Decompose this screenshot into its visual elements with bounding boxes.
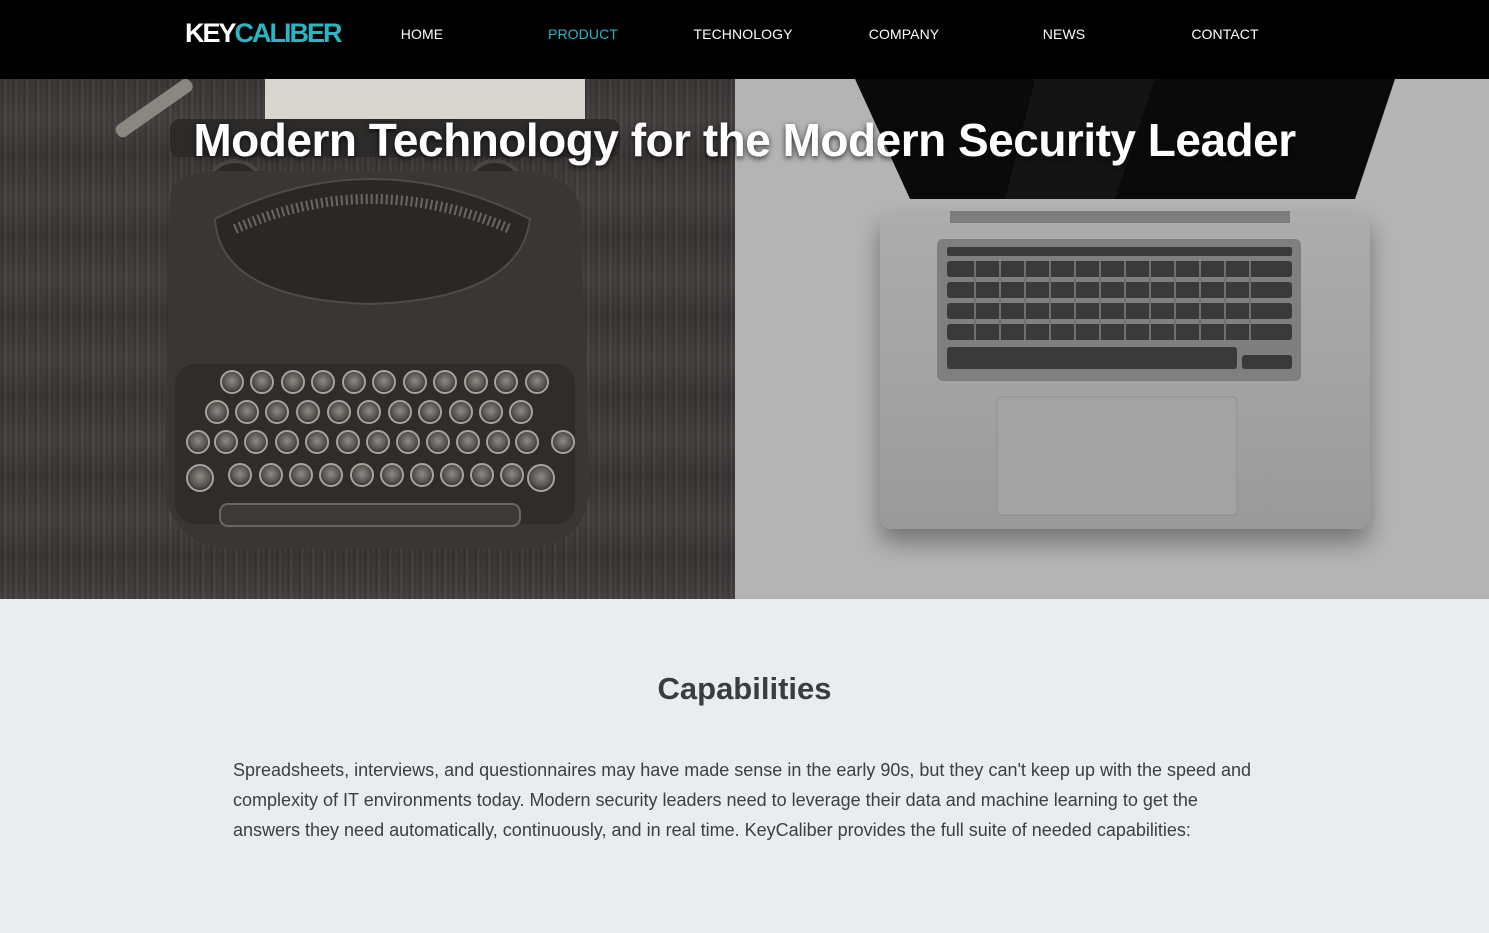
hero-title: Modern Technology for the Modern Securit… bbox=[193, 114, 1296, 166]
capabilities-description: Spreadsheets, interviews, and questionna… bbox=[233, 760, 1252, 840]
nav-technology[interactable]: TECHNOLOGY bbox=[693, 26, 792, 42]
nav-product[interactable]: PRODUCT bbox=[548, 26, 618, 42]
nav-contact[interactable]: CONTACT bbox=[1191, 26, 1258, 42]
logo-caliber-text: CALIBER bbox=[234, 18, 343, 48]
capabilities-heading: Capabilities bbox=[657, 671, 832, 706]
keycaliber-logo[interactable]: KEY CALIBER bbox=[185, 18, 343, 48]
nav-home[interactable]: HOME bbox=[401, 26, 443, 42]
logo-key-text: KEY bbox=[185, 18, 237, 48]
top-navbar: KEY CALIBER HOME PRODUCT TECHNOLOGY COMPA… bbox=[0, 0, 1489, 79]
nav-news[interactable]: NEWS bbox=[1043, 26, 1085, 42]
capabilities-section: Capabilities Spreadsheets, interviews, a… bbox=[0, 599, 1489, 933]
nav-company[interactable]: COMPANY bbox=[869, 26, 939, 42]
hero-banner: Modern Technology for the Modern Securit… bbox=[0, 79, 1489, 599]
